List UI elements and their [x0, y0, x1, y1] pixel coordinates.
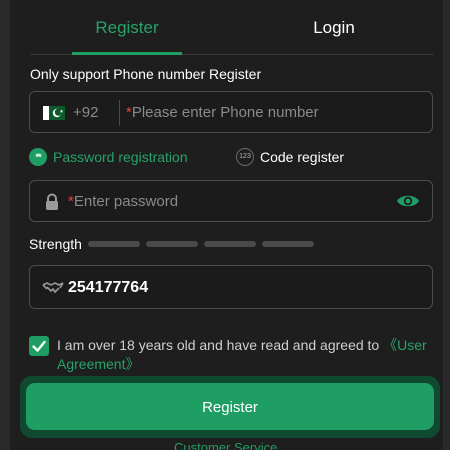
field-divider [119, 100, 120, 126]
password-registration-option[interactable]: ** Password registration [29, 148, 188, 166]
active-tab-underline [72, 52, 182, 55]
lock-icon [46, 193, 58, 210]
customer-service-link[interactable]: Customer Service [174, 440, 277, 450]
password-placeholder: Enter password [73, 193, 179, 210]
strength-segment [146, 241, 198, 247]
register-hint: Only support Phone number Register [30, 66, 262, 82]
eye-icon[interactable] [396, 193, 420, 209]
invite-code-input[interactable]: 254177764 [68, 266, 148, 310]
password-registration-label: Password registration [53, 149, 188, 165]
agreement-text: I am over 18 years old and have read and… [57, 336, 437, 374]
strength-segment [204, 241, 256, 247]
invite-code-field[interactable]: 254177764 [29, 265, 433, 309]
password-input[interactable]: *Enter password [68, 181, 178, 223]
handshake-icon [42, 282, 64, 294]
strength-segment [262, 241, 314, 247]
auth-tabs: Register Login [30, 0, 434, 55]
code-register-label: Code register [260, 149, 345, 165]
tab-register[interactable]: Register [72, 0, 182, 55]
tab-login-label: Login [313, 18, 355, 37]
register-button[interactable]: Register [26, 383, 434, 430]
left-edge [0, 0, 10, 450]
phone-placeholder: Please enter Phone number [131, 104, 319, 121]
agreement-checkbox[interactable] [29, 336, 49, 356]
strength-label: Strength [29, 236, 82, 252]
right-edge [443, 0, 450, 450]
check-icon [32, 340, 46, 352]
agreement-statement: I am over 18 years old and have read and… [57, 337, 384, 353]
strength-segment [88, 241, 140, 247]
tab-login[interactable]: Login [279, 0, 389, 54]
dial-code[interactable]: +92 [73, 92, 98, 134]
password-field[interactable]: *Enter password [29, 180, 433, 222]
phone-field[interactable]: +92 *Please enter Phone number [29, 91, 433, 133]
register-panel: Register Login Only support Phone number… [0, 0, 450, 450]
tab-register-label: Register [95, 18, 159, 37]
pakistan-flag-icon[interactable] [43, 106, 65, 120]
password-dots-icon: ** [29, 148, 47, 166]
phone-input[interactable]: *Please enter Phone number [126, 92, 319, 134]
numeric-code-icon: 123 [236, 148, 254, 166]
code-register-option[interactable]: 123 Code register [236, 148, 344, 166]
